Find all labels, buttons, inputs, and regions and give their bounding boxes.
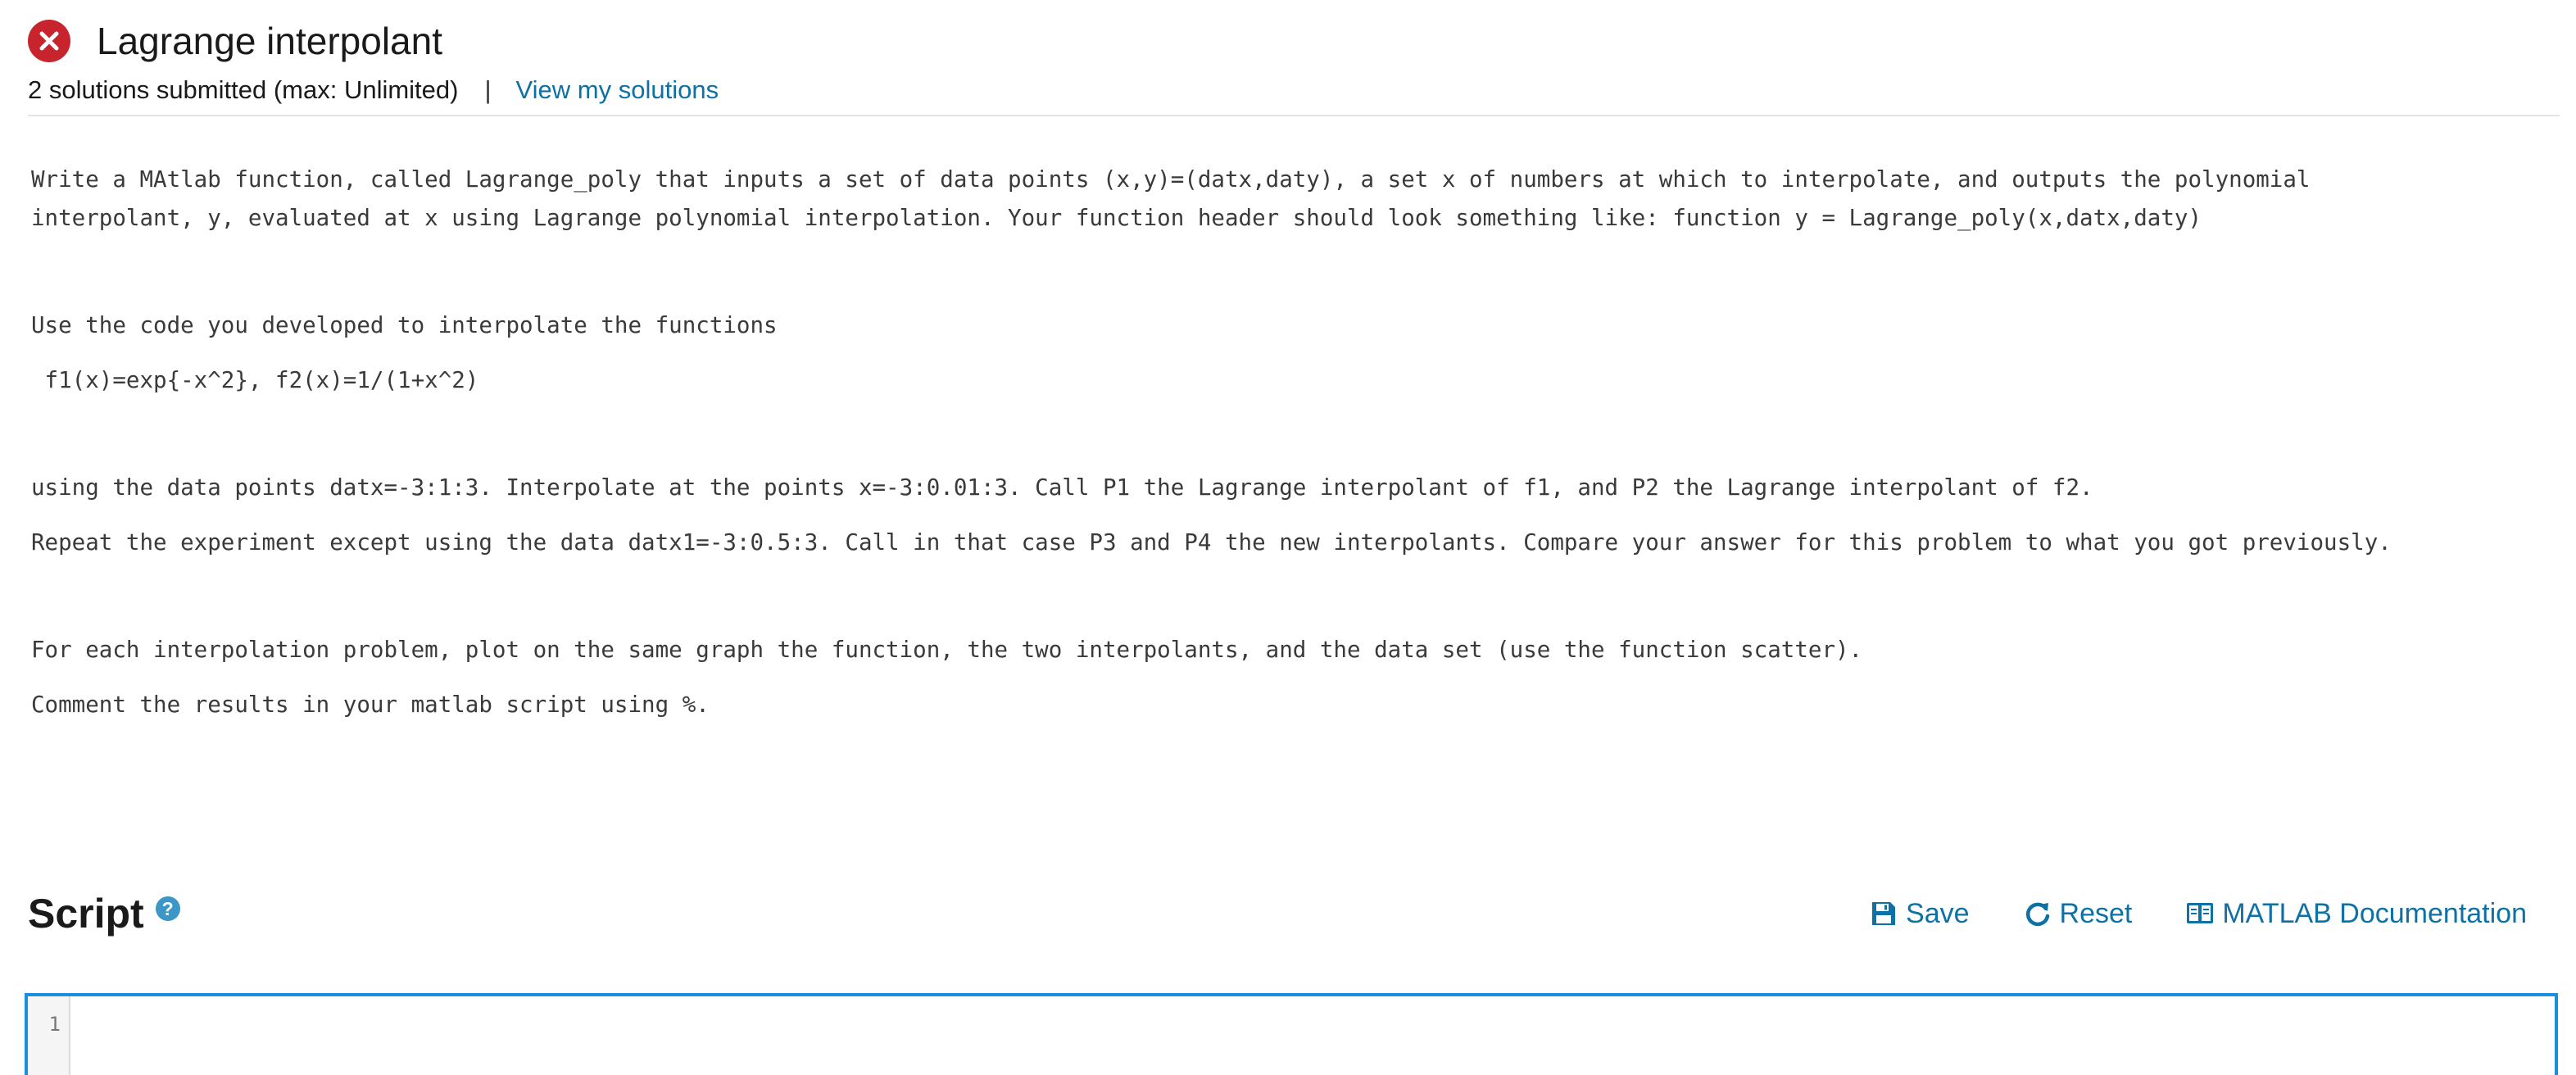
description-paragraph-2: Use the code you developed to interpolat… <box>31 312 778 338</box>
script-section-header: Script ? Save Reset MATLAB Documentation <box>28 885 2527 942</box>
submission-count: 2 solutions submitted (max: Unlimited) <box>28 75 459 104</box>
script-editor[interactable]: 1 <box>25 993 2558 1075</box>
save-label: Save <box>1906 897 1970 929</box>
line-number: 1 <box>48 1013 61 1036</box>
meta-separator: | <box>484 75 492 104</box>
reset-label: Reset <box>2059 897 2133 929</box>
reset-button[interactable]: Reset <box>2024 897 2133 930</box>
script-title: Script <box>28 891 144 937</box>
book-icon <box>2187 903 2214 923</box>
save-icon <box>1872 902 1896 925</box>
matlab-documentation-label: MATLAB Documentation <box>2222 897 2527 929</box>
view-my-solutions-link[interactable]: View my solutions <box>516 75 719 105</box>
description-paragraph-3: f1(x)=exp{-x^2}, f2(x)=1/(1+x^2) <box>31 367 479 393</box>
save-button[interactable]: Save <box>1870 898 1970 930</box>
description-paragraph-1: Write a MAtlab function, called Lagrange… <box>31 166 2311 231</box>
reset-icon <box>2025 902 2049 927</box>
question-circle-icon[interactable]: ? <box>155 896 180 921</box>
header-divider <box>28 115 2560 116</box>
incorrect-status-icon <box>28 20 70 62</box>
description-paragraph-6: For each interpolation problem, plot on … <box>31 637 1863 663</box>
title-row: Lagrange interpolant <box>28 18 2560 64</box>
description-paragraph-4: using the data points datx=-3:1:3. Inter… <box>31 474 2093 501</box>
description-paragraph-7: Comment the results in your matlab scrip… <box>31 692 710 718</box>
matlab-documentation-button[interactable]: MATLAB Documentation <box>2186 898 2527 930</box>
problem-description: Write a MAtlab function, called Lagrange… <box>31 161 2538 724</box>
editor-gutter: 1 <box>28 996 70 1075</box>
description-paragraph-5: Repeat the experiment except using the d… <box>31 529 2392 556</box>
submission-meta: 2 solutions submitted (max: Unlimited) |… <box>28 75 2560 105</box>
script-toolbar: Save Reset MATLAB Documentation <box>1816 898 2527 930</box>
problem-header: Lagrange interpolant 2 solutions submitt… <box>28 18 2560 105</box>
problem-title: Lagrange interpolant <box>97 20 442 62</box>
